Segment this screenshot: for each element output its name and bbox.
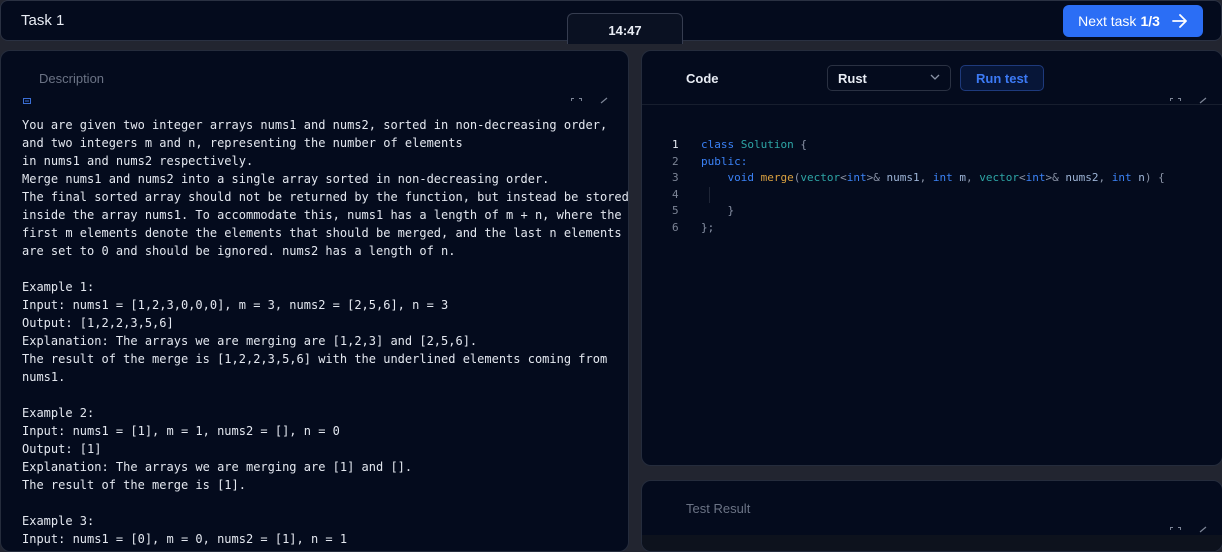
test-result-output [642,535,1222,551]
code-token: class [701,138,735,151]
line-number: 2 [672,154,679,168]
next-task-button[interactable]: Next task 1/3 [1063,5,1203,37]
code-token: void [727,171,755,184]
code-token: nums1 [879,171,920,184]
next-task-progress: 1/3 [1140,13,1160,29]
arrow-right-icon [1172,14,1187,28]
code-token: n [1131,171,1145,184]
edit-icon[interactable] [1199,526,1207,533]
description-line: Input: nums1 = [1,2,3,0,0,0], m = 3, num… [22,298,449,312]
code-line: 2 public: [672,154,1165,171]
code-token: int [846,171,867,184]
description-line: Example 2: [22,406,95,420]
test-result-panel: Test Result [641,480,1222,552]
code-token: int [932,171,953,184]
tab-test-result[interactable]: Test Result [686,501,750,516]
code-token: Solution [740,138,794,151]
problem-description: You are given two integer arrays nums1 a… [22,116,629,548]
description-line [22,386,622,404]
expand-icon[interactable] [571,98,582,104]
description-line: Example 3: [22,514,95,528]
description-line: nums1. [22,370,66,384]
description-panel: Description You are given two integer ar… [0,50,629,552]
edit-icon[interactable] [1199,97,1207,104]
code-token: , [966,171,980,184]
code-token: < [840,171,847,184]
code-token: }; [701,220,715,234]
code-token: nums2 [1058,171,1099,184]
language-select[interactable]: Rust [827,65,951,91]
description-line: The final sorted array should not be ret… [22,190,629,204]
description-line: Example 1: [22,280,95,294]
line-number: 3 [672,171,679,184]
line-number: 6 [672,220,679,234]
code-panel: Code Rust Run test 1 class Solution { 2 … [641,50,1222,466]
code-editor[interactable]: 1 class Solution { 2 public: 3 void merg… [672,137,1165,236]
code-token: int [1111,171,1132,184]
expand-icon[interactable] [1170,98,1181,104]
description-line: and two integers m and n, representing t… [22,136,463,150]
code-token: merge [760,171,794,184]
indent-guide [709,186,710,203]
code-token: , [1098,171,1112,184]
language-select-value: Rust [838,71,867,86]
description-line [22,260,622,278]
line-number: 4 [672,187,679,201]
code-token: ) { [1144,171,1165,184]
code-token: m [952,171,966,184]
code-token: >& [1045,171,1059,184]
code-token: < [1019,171,1026,184]
code-token: } [727,204,735,217]
line-number: 1 [672,138,679,151]
code-line: 5 } [672,203,1165,220]
code-token: { [793,138,807,151]
code-line: 6 }; [672,220,1165,237]
description-line: inside the array nums1. To accommodate t… [22,208,622,222]
next-task-label: Next task [1078,13,1137,29]
description-line: Merge nums1 and nums2 into a single arra… [22,172,550,186]
description-line: Output: [1,2,2,3,5,6] [22,316,174,330]
description-line: The result of the merge is [1]. [22,478,246,492]
run-test-button[interactable]: Run test [960,65,1044,91]
code-token: ( [793,171,801,184]
tab-description[interactable]: Description [39,71,104,86]
description-line [22,494,622,512]
description-line: Explanation: The arrays we are merging a… [22,334,478,348]
description-line: first m elements denote the elements tha… [22,226,622,240]
tab-code[interactable]: Code [686,71,719,86]
description-line: Input: nums1 = [1], m = 1, nums2 = [], n… [22,424,340,438]
task-title: Task 1 [21,12,65,29]
code-token: , [919,171,933,184]
description-line: Explanation: The arrays we are merging a… [22,460,413,474]
document-icon [23,98,31,104]
expand-icon[interactable] [1170,527,1181,533]
code-token: >& [866,171,880,184]
description-line: Input: nums1 = [0], m = 0, nums2 = [1], … [22,532,348,546]
description-line: Output: [1] [22,442,102,456]
code-token: public: [701,154,748,168]
description-line: The result of the merge is [1,2,2,3,5,6]… [22,352,608,366]
code-line: 1 class Solution { [672,137,1165,154]
divider [642,104,1222,105]
description-line: are set to 0 and should be ignored. nums… [22,244,456,258]
code-token: vector [800,171,841,184]
countdown-timer: 14:47 [567,13,683,44]
description-line: in nums1 and nums2 respectively. [22,154,254,168]
code-line: 4 [672,186,1165,204]
code-line: 3 void merge(vector < int >& nums1, int m, … [672,170,1165,187]
code-token: int [1025,171,1046,184]
code-token: vector [979,171,1019,184]
edit-icon[interactable] [600,97,608,104]
chevron-down-icon [930,74,940,80]
line-number: 5 [672,204,679,217]
description-line: You are given two integer arrays nums1 a… [22,118,608,132]
